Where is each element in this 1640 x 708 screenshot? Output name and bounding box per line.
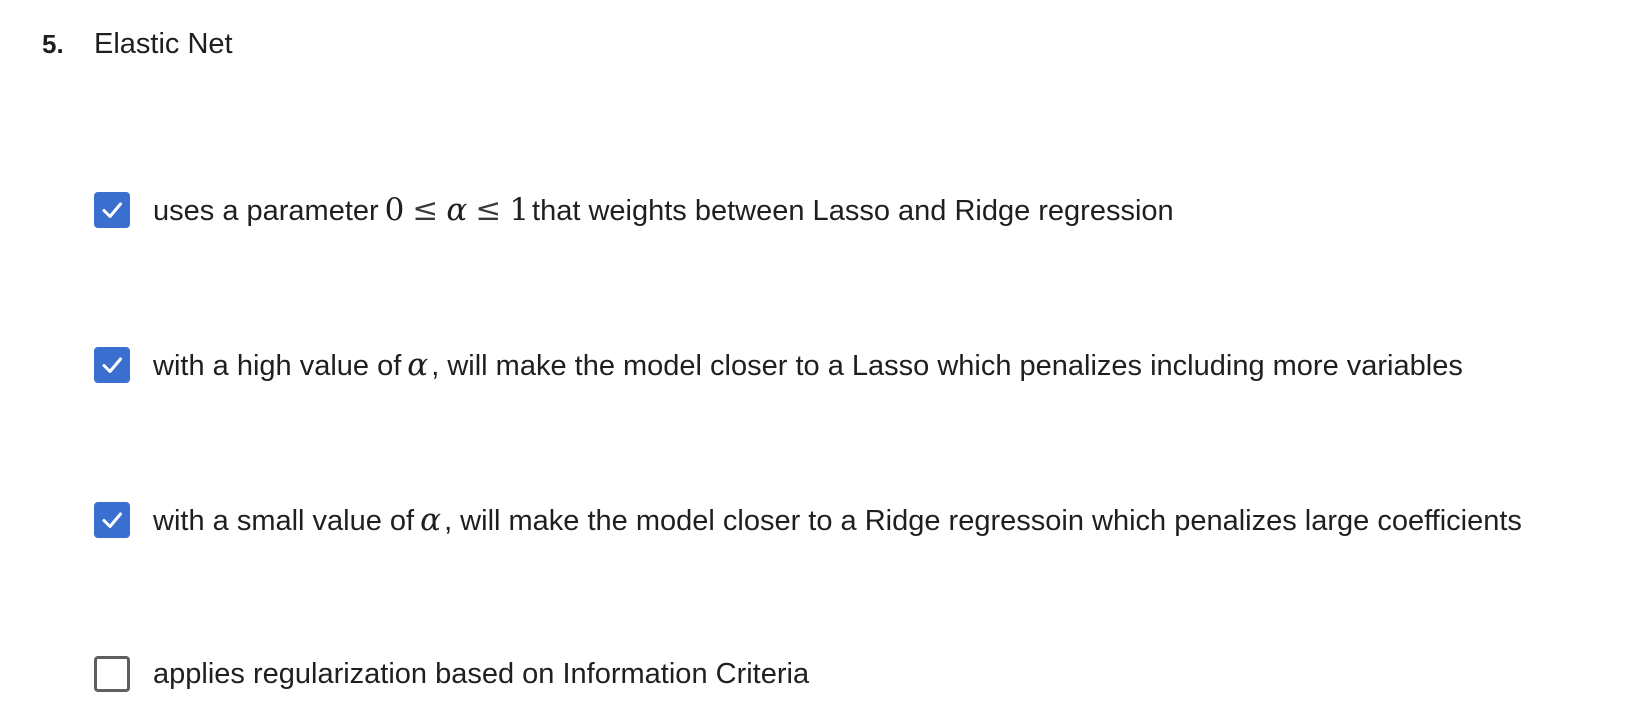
formula-leq-2: ≤ <box>475 192 502 228</box>
option-3-text-before: with a small value of <box>153 505 415 537</box>
question-title: Elastic Net <box>94 28 233 60</box>
answer-option-2[interactable]: with a high value of α, will make the mod… <box>94 345 1463 385</box>
question-header: 5. Elastic Net <box>42 28 233 68</box>
question-number: 5. <box>42 29 64 59</box>
option-1-label: uses a parameter 0 ≤ α ≤1 that weights betwee… <box>153 192 1174 228</box>
checkbox-option-2[interactable] <box>94 347 130 383</box>
formula-upper-bound: 1 <box>509 192 530 228</box>
formula-lower-bound: 0 <box>384 192 405 228</box>
question-block: 5. Elastic Net uses a parameter 0 ≤ α ≤1 that… <box>0 0 1640 708</box>
option-3-text-after: , will make the model closer to a Ridge … <box>444 505 1522 537</box>
option-1-text-before: uses a parameter <box>153 195 379 227</box>
checkmark-icon <box>102 512 122 528</box>
checkbox-option-1[interactable] <box>94 192 130 228</box>
checkmark-icon <box>102 202 122 218</box>
option-2-text-before: with a high value of <box>153 350 402 382</box>
alpha-symbol: α <box>407 347 429 383</box>
checkmark-icon <box>102 357 122 373</box>
option-1-text-after: that weights between Lasso and Ridge reg… <box>532 195 1174 227</box>
option-3-label: with a small value of α, will make the mo… <box>153 502 1522 538</box>
formula-alpha: α <box>446 192 468 228</box>
option-2-text-after: , will make the model closer to a Lasso … <box>431 350 1463 382</box>
checkbox-option-3[interactable] <box>94 502 130 538</box>
answer-option-1[interactable]: uses a parameter 0 ≤ α ≤1 that weights betwee… <box>94 190 1174 230</box>
answer-option-3[interactable]: with a small value of α, will make the mo… <box>94 500 1522 540</box>
option-2-label: with a high value of α, will make the mod… <box>153 347 1463 383</box>
option-4-label: applies regularization based on Informat… <box>153 657 810 690</box>
formula-leq-1: ≤ <box>412 192 439 228</box>
checkbox-option-4[interactable] <box>94 656 130 692</box>
alpha-range-formula: 0 ≤ α ≤1 <box>385 192 529 228</box>
answer-option-4[interactable]: applies regularization based on Informat… <box>94 654 809 694</box>
alpha-symbol: α <box>420 502 442 538</box>
